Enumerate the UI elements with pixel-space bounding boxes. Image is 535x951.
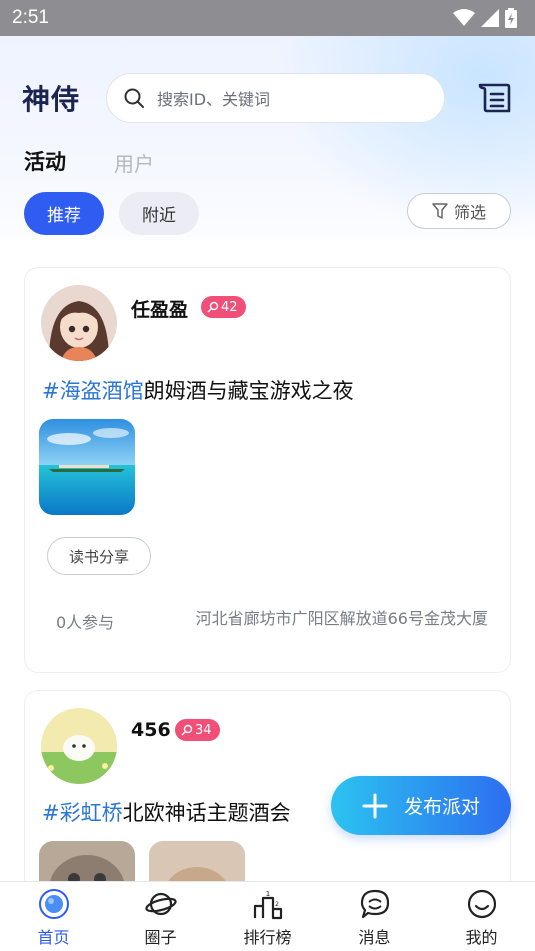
svg-text:1: 1 bbox=[265, 890, 269, 898]
battery-icon bbox=[505, 8, 517, 28]
post-title[interactable]: #海盗酒馆朗姆酒与藏宝游戏之夜 bbox=[42, 375, 354, 405]
status-icons bbox=[453, 8, 517, 28]
post-title[interactable]: #彩虹桥北欧神话主题酒会 bbox=[42, 797, 291, 827]
home-icon bbox=[38, 889, 69, 919]
nav-home-label: 首页 bbox=[37, 928, 70, 947]
fab-label: 发布派对 bbox=[403, 796, 480, 818]
publish-party-button[interactable]: 发布派对 bbox=[331, 776, 511, 835]
nav-circle[interactable]: 圈子 bbox=[107, 882, 214, 951]
tab-activity[interactable]: 活动 bbox=[24, 146, 66, 176]
podium-icon: 1 2 bbox=[253, 890, 282, 920]
post-address: 河北省廊坊市广阳区解放道66号金茂大厦 bbox=[195, 609, 488, 628]
post-hashtag[interactable]: #海盗酒馆 bbox=[42, 379, 144, 403]
tab-users[interactable]: 用户 bbox=[114, 148, 154, 177]
user-name: 任盈盈 bbox=[131, 299, 189, 321]
profile-icon bbox=[467, 889, 496, 919]
level-badge: 42 bbox=[201, 296, 246, 318]
post-card[interactable]: 任盈盈 42 #海盗酒馆朗姆酒与藏宝游戏之夜 读书分享 0人参与 河北省廊坊市广… bbox=[24, 267, 511, 673]
nav-profile[interactable]: 我的 bbox=[428, 882, 535, 951]
nav-home[interactable]: 首页 bbox=[0, 882, 107, 951]
search-input[interactable]: 搜索ID、关键词 bbox=[106, 73, 445, 123]
chat-icon bbox=[360, 889, 389, 919]
post-image[interactable] bbox=[39, 419, 135, 515]
badge-value: 34 bbox=[195, 722, 212, 738]
filter-button[interactable]: 筛选 bbox=[407, 193, 511, 229]
search-icon bbox=[124, 88, 144, 108]
post-title-text: 朗姆酒与藏宝游戏之夜 bbox=[143, 379, 354, 403]
svg-text:2: 2 bbox=[275, 901, 279, 908]
badge-value: 42 bbox=[221, 299, 238, 315]
nav-messages-label: 消息 bbox=[358, 928, 391, 947]
nav-circle-label: 圈子 bbox=[144, 928, 177, 947]
status-time: 2:51 bbox=[12, 7, 49, 28]
filter-icon bbox=[432, 203, 448, 219]
nav-ranking[interactable]: 1 2 排行榜 bbox=[214, 882, 321, 951]
post-hashtag[interactable]: #彩虹桥 bbox=[42, 801, 123, 825]
badge-icon bbox=[181, 724, 193, 736]
status-bar: 2:51 bbox=[0, 0, 535, 36]
user-name: 456 bbox=[131, 719, 171, 741]
signal-icon bbox=[481, 9, 499, 27]
chip-nearby[interactable]: 附近 bbox=[119, 192, 199, 235]
avatar[interactable] bbox=[41, 285, 117, 361]
search-placeholder: 搜索ID、关键词 bbox=[157, 90, 271, 109]
list-menu-icon bbox=[478, 83, 511, 113]
badge-icon bbox=[207, 301, 219, 313]
filter-label: 筛选 bbox=[453, 203, 486, 222]
nav-profile-label: 我的 bbox=[465, 928, 498, 947]
nav-ranking-label: 排行榜 bbox=[243, 928, 292, 947]
nav-messages[interactable]: 消息 bbox=[321, 882, 428, 951]
chip-recommended[interactable]: 推荐 bbox=[24, 192, 104, 235]
planet-icon bbox=[144, 892, 177, 916]
level-badge: 34 bbox=[175, 719, 220, 741]
menu-button[interactable] bbox=[474, 78, 514, 118]
participant-count: 0人参与 bbox=[56, 613, 115, 632]
plus-icon bbox=[362, 793, 388, 818]
avatar[interactable] bbox=[41, 708, 117, 784]
post-title-text: 北欧神话主题酒会 bbox=[122, 801, 291, 825]
bottom-nav: 首页 圈子 1 2 排行榜 消息 我的 bbox=[0, 881, 535, 951]
wifi-icon bbox=[453, 9, 475, 26]
post-tag[interactable]: 读书分享 bbox=[47, 537, 151, 575]
app-logo: 神侍 bbox=[22, 83, 81, 116]
